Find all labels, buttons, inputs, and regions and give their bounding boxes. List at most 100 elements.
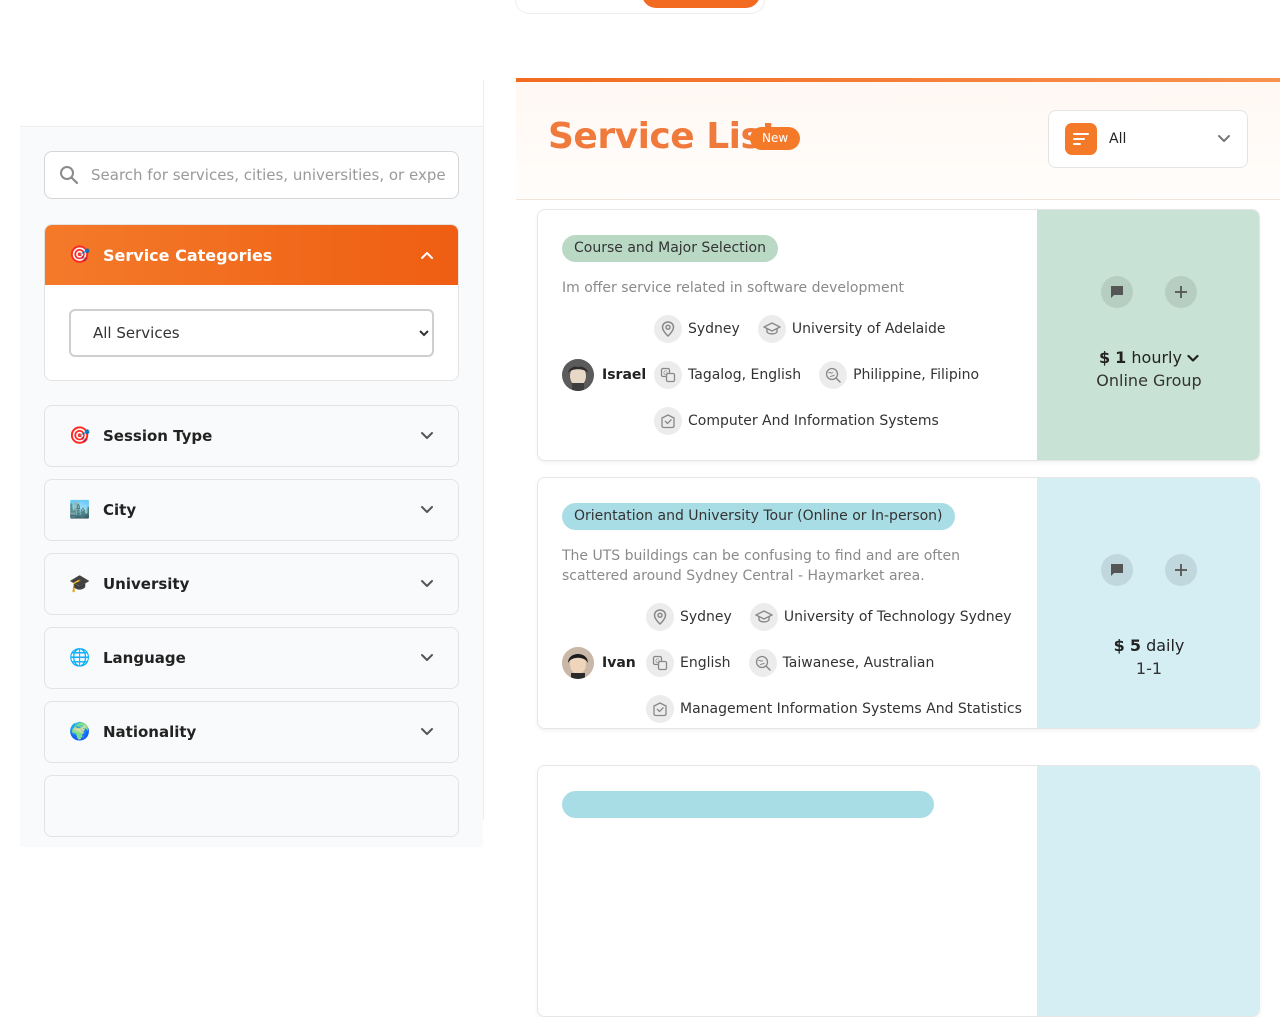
chevron-down-icon[interactable]: [420, 727, 434, 737]
service-description: The UTS buildings can be confusing to fi…: [562, 548, 960, 584]
target-icon: 🎯: [69, 426, 91, 446]
filter-sidebar: 🎯 Service Categories All Services 🎯 Sess…: [20, 80, 484, 847]
search-input[interactable]: [89, 165, 449, 185]
provider-name[interactable]: Israel: [602, 367, 646, 383]
location-pin-icon: [654, 315, 682, 343]
card-actions: [1085, 554, 1213, 586]
translate-icon: G: [654, 361, 682, 389]
service-category-tag: [562, 791, 934, 818]
nationality-meta: Taiwanese, Australian: [748, 649, 935, 677]
sort-icon: [1065, 123, 1097, 155]
major-text: Computer And Information Systems: [688, 413, 939, 429]
top-active-pill[interactable]: [642, 0, 760, 8]
target-icon: 🎯: [69, 245, 91, 265]
nationality-meta: Philippine, Filipino: [819, 361, 979, 389]
meta-row-location: Sydney University of Technology Sydney: [646, 603, 1030, 631]
nationality-text: Taiwanese, Australian: [782, 655, 935, 671]
earth-icon: 🌍: [69, 722, 91, 742]
nationality-search-icon: [819, 361, 848, 389]
filter-label: City: [103, 501, 137, 519]
chevron-down-icon[interactable]: [420, 431, 434, 441]
graduation-cap-icon: 🎓: [69, 574, 91, 594]
graduation-cap-icon: [757, 315, 786, 343]
sort-selected-label: All: [1109, 131, 1127, 147]
price-panel: $ 5 daily 1-1: [1037, 478, 1259, 728]
graduation-cap-icon: [749, 603, 778, 631]
service-description: Im offer service related in software dev…: [562, 280, 904, 296]
university-text: University of Technology Sydney: [783, 609, 1012, 625]
message-button[interactable]: [1101, 554, 1133, 586]
search-box[interactable]: [44, 151, 459, 199]
filter-label: Language: [103, 649, 186, 667]
university-meta: University of Technology Sydney: [749, 603, 1012, 631]
price-panel: $ 1 hourly Online Group: [1037, 210, 1259, 460]
service-categories-header[interactable]: 🎯 Service Categories: [45, 225, 458, 285]
avatar[interactable]: [562, 647, 594, 679]
major-icon: [646, 695, 674, 723]
languages-text: English: [680, 655, 731, 671]
chevron-down-icon[interactable]: [420, 505, 434, 515]
sort-select[interactable]: All: [1048, 110, 1248, 168]
languages-text: Tagalog, English: [688, 367, 802, 383]
service-category-tag: Orientation and University Tour (Online …: [562, 503, 955, 530]
city-icon: 🏙️: [69, 500, 91, 520]
filter-label: University: [103, 575, 190, 593]
avatar[interactable]: [562, 359, 594, 391]
price-currency: $: [1098, 348, 1111, 367]
city-meta: Sydney: [646, 603, 732, 631]
service-card[interactable]: Orientation and University Tour (Online …: [537, 477, 1260, 729]
price-dropdown[interactable]: $ 1 hourly: [1099, 348, 1199, 367]
price-unit: daily: [1146, 636, 1185, 655]
meta-row-major: Computer And Information Systems: [654, 407, 957, 435]
card-actions: [1085, 276, 1213, 308]
meta-row-language: G English Taiwanese, Australian: [646, 649, 952, 677]
major-text: Management Information Systems And Stati…: [680, 701, 1022, 717]
chevron-down-icon[interactable]: [1187, 354, 1199, 363]
page-title: Service List: [548, 116, 779, 157]
major-meta: Management Information Systems And Stati…: [646, 695, 1022, 723]
price-currency: $: [1113, 636, 1125, 655]
filter-language[interactable]: 🌐 Language: [44, 627, 459, 689]
service-card[interactable]: Course and Major Selection Im offer serv…: [537, 209, 1260, 461]
service-categories-title: Service Categories: [103, 245, 273, 265]
chevron-down-icon[interactable]: [420, 579, 434, 589]
price-amount: 5: [1129, 636, 1141, 655]
languages-meta: G Tagalog, English: [654, 361, 801, 389]
chevron-down-icon[interactable]: [420, 653, 434, 663]
filter-city[interactable]: 🏙️ City: [44, 479, 459, 541]
new-badge: New: [750, 127, 801, 150]
chevron-up-icon[interactable]: [420, 250, 434, 260]
filter-nationality[interactable]: 🌍 Nationality: [44, 701, 459, 763]
svg-text:G: G: [655, 658, 660, 665]
service-categories-body: All Services: [45, 285, 458, 380]
city-text: Sydney: [680, 609, 732, 625]
plus-icon: [1175, 286, 1187, 298]
add-button[interactable]: [1165, 276, 1197, 308]
add-button[interactable]: [1165, 554, 1197, 586]
price-panel: [1037, 766, 1259, 1016]
meta-row-location: Sydney University of Adelaide: [654, 315, 964, 343]
service-list-header: Service List New All: [516, 82, 1280, 200]
major-icon: [654, 407, 682, 435]
svg-text:G: G: [663, 370, 668, 377]
service-card[interactable]: [537, 765, 1260, 1017]
filter-university[interactable]: 🎓 University: [44, 553, 459, 615]
city-text: Sydney: [688, 321, 740, 337]
university-meta: University of Adelaide: [757, 315, 946, 343]
service-category-select[interactable]: All Services: [69, 309, 434, 357]
languages-meta: G English: [646, 649, 731, 677]
session-mode: 1-1: [1135, 659, 1163, 678]
filter-next[interactable]: [44, 775, 459, 837]
provider[interactable]: Ivan: [562, 647, 636, 679]
price-unit: hourly: [1131, 348, 1182, 367]
provider[interactable]: Israel: [562, 359, 646, 391]
chevron-down-icon: [1218, 135, 1230, 142]
search-icon: [60, 166, 79, 185]
top-toggle-fragment: [515, 0, 765, 14]
provider-name[interactable]: Ivan: [602, 655, 636, 671]
filter-session-type[interactable]: 🎯 Session Type: [44, 405, 459, 467]
location-pin-icon: [646, 603, 674, 631]
message-button[interactable]: [1101, 276, 1133, 308]
meta-row-major: Management Information Systems And Stati…: [646, 695, 1040, 723]
nationality-text: Philippine, Filipino: [853, 367, 980, 383]
